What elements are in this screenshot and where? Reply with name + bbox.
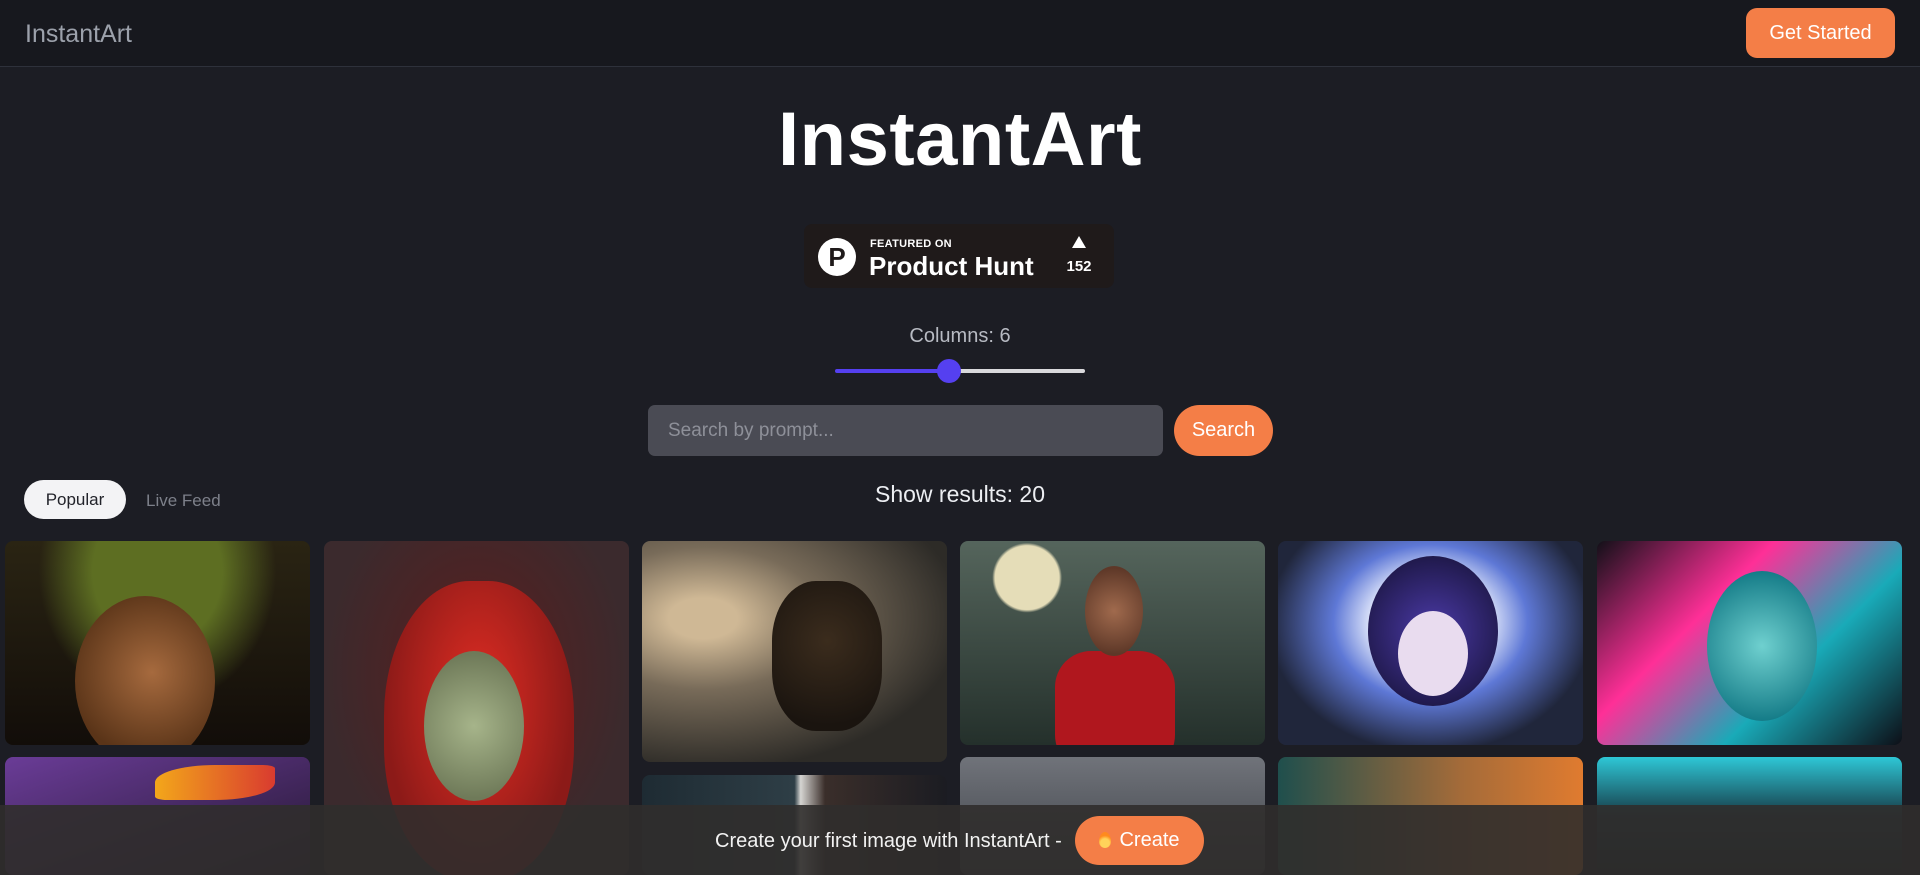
fire-icon (1099, 832, 1112, 848)
columns-label-prefix: Columns: (909, 325, 1000, 347)
portrait-face (1398, 611, 1468, 696)
man-red-shirt (1055, 651, 1175, 745)
columns-label: Columns: 6 (0, 325, 1920, 348)
get-started-button[interactable]: Get Started (1746, 8, 1895, 58)
gallery-image[interactable] (1597, 541, 1902, 745)
portrait-face (75, 596, 215, 745)
portrait-face (1085, 566, 1143, 656)
results-count: Show results: 20 (874, 481, 1046, 507)
product-hunt-featured-label: FEATURED ON (870, 238, 952, 250)
portrait-face (424, 651, 524, 801)
dog-figure (772, 581, 882, 731)
brand-logo[interactable]: InstantArt (25, 20, 132, 49)
feather-headdress (155, 765, 275, 800)
gallery-image[interactable] (1278, 541, 1583, 745)
create-button-label: Create (1119, 829, 1180, 851)
product-hunt-votes: 152 (1066, 258, 1092, 275)
columns-value: 6 (999, 325, 1011, 347)
top-nav: InstantArt Get Started (0, 0, 1920, 67)
bottom-banner: Create your first image with InstantArt … (0, 805, 1920, 875)
gallery-image[interactable] (5, 541, 310, 745)
columns-slider[interactable] (835, 358, 1085, 384)
slider-fill (835, 369, 949, 373)
slider-track (949, 369, 1085, 373)
gallery-image[interactable] (960, 541, 1265, 745)
product-hunt-name: Product Hunt (869, 251, 1034, 281)
bottom-banner-text: Create your first image with InstantArt … (715, 830, 1062, 852)
create-button[interactable]: Create (1075, 816, 1204, 865)
search-button[interactable]: Search (1174, 405, 1273, 456)
upvote-arrow-icon (1072, 236, 1086, 248)
product-hunt-icon: P (818, 238, 856, 276)
slider-thumb[interactable] (937, 359, 961, 383)
search-input[interactable] (648, 405, 1163, 456)
portrait-face (1707, 571, 1817, 721)
gallery-image[interactable] (642, 541, 947, 762)
page-title: InstantArt (778, 97, 1142, 182)
product-hunt-badge[interactable]: P FEATURED ON Product Hunt 152 (804, 224, 1114, 288)
